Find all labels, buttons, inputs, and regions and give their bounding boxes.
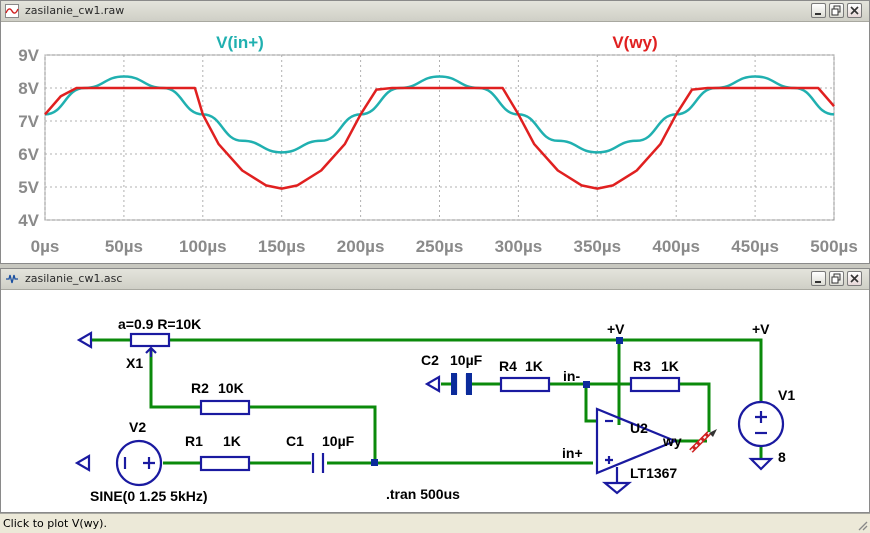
status-text: Click to plot V(wy). <box>3 517 107 530</box>
pot-label[interactable]: a=0.9 R=10K <box>118 316 201 332</box>
restore-icon <box>831 273 841 284</box>
c1-label[interactable]: C1 <box>286 433 304 449</box>
r2-value[interactable]: 10K <box>218 380 244 396</box>
resize-grip-icon[interactable] <box>856 519 868 531</box>
schematic-window-title: zasilanie_cw1.asc <box>25 272 123 285</box>
v1-label[interactable]: V1 <box>778 387 795 403</box>
restore-button[interactable] <box>829 271 844 286</box>
r3-value[interactable]: 1K <box>661 358 679 374</box>
series-line-v-wy- <box>44 86 835 190</box>
restore-icon <box>831 5 841 16</box>
x-tick-label: 200µs <box>337 237 385 256</box>
waveform-window: zasilanie_cw1.raw V(in+) V(wy) 4V 5V 6V 7V 8… <box>0 0 870 264</box>
minimize-button[interactable] <box>811 3 826 18</box>
x-tick-label: 100µs <box>179 237 227 256</box>
x-tick-label: 150µs <box>258 237 306 256</box>
u2-label[interactable]: U2 <box>630 420 648 436</box>
y-tick-label: 4V <box>18 211 39 230</box>
vplus-net-label-1[interactable]: +V <box>607 321 625 337</box>
y-tick-label: 7V <box>18 112 39 131</box>
x1-label[interactable]: X1 <box>126 355 143 371</box>
in-minus-net-label[interactable]: in- <box>563 368 580 384</box>
waveform-plot[interactable]: V(in+) V(wy) 4V 5V 6V 7V 8V 9V 0µs 50µs 100µs 150… <box>1 22 869 264</box>
y-tick-label: 5V <box>18 178 39 197</box>
opamp-model-label[interactable]: LT1367 <box>630 465 677 481</box>
r4-label[interactable]: R4 <box>499 358 517 374</box>
v2-label[interactable]: V2 <box>129 419 146 435</box>
close-button[interactable] <box>847 271 862 286</box>
sine-label[interactable]: SINE(0 1.25 5kHz) <box>90 488 208 504</box>
legend-vwy[interactable]: V(wy) <box>612 33 657 52</box>
x-tick-label: 0µs <box>31 237 60 256</box>
schematic-window: zasilanie_cw1.asc a=0.9 R=10K X1 R2 10K … <box>0 268 870 513</box>
status-bar: Click to plot V(wy). <box>0 513 870 533</box>
waveform-titlebar[interactable]: zasilanie_cw1.raw <box>1 1 869 22</box>
close-button[interactable] <box>847 3 862 18</box>
waveform-icon <box>5 4 19 18</box>
r2-label[interactable]: R2 <box>191 380 209 396</box>
c1-value[interactable]: 10µF <box>322 433 355 449</box>
x-tick-label: 300µs <box>495 237 543 256</box>
x-tick-label: 400µs <box>652 237 700 256</box>
v1-value[interactable]: 8 <box>778 449 786 465</box>
x-tick-label: 350µs <box>573 237 621 256</box>
x-tick-label: 250µs <box>416 237 464 256</box>
restore-button[interactable] <box>829 3 844 18</box>
r1-label[interactable]: R1 <box>185 433 203 449</box>
x-tick-label: 500µs <box>810 237 858 256</box>
schematic-titlebar[interactable]: zasilanie_cw1.asc <box>1 269 869 290</box>
y-tick-label: 9V <box>18 46 39 65</box>
x-tick-label: 450µs <box>731 237 779 256</box>
c2-value[interactable]: 10µF <box>450 352 483 368</box>
r3-label[interactable]: R3 <box>633 358 651 374</box>
schematic-icon <box>6 274 18 284</box>
y-tick-label: 8V <box>18 79 39 98</box>
tran-directive[interactable]: .tran 500us <box>386 486 460 502</box>
schematic-canvas[interactable]: a=0.9 R=10K X1 R2 10K V2 R1 1K C1 10µF S… <box>1 290 869 513</box>
in-plus-net-label[interactable]: in+ <box>562 445 583 461</box>
close-icon <box>850 274 859 283</box>
y-tick-label: 6V <box>18 145 39 164</box>
r4-value[interactable]: 1K <box>525 358 543 374</box>
wy-net-label[interactable]: wy <box>662 433 682 449</box>
minimize-button[interactable] <box>811 271 826 286</box>
minimize-icon <box>815 13 821 15</box>
close-icon <box>850 6 859 15</box>
minimize-icon <box>815 281 821 283</box>
r1-value[interactable]: 1K <box>223 433 241 449</box>
waveform-window-title: zasilanie_cw1.raw <box>25 4 125 17</box>
legend-vin-plus[interactable]: V(in+) <box>216 33 264 52</box>
x-tick-label: 50µs <box>105 237 143 256</box>
c2-label[interactable]: C2 <box>421 352 439 368</box>
vplus-net-label-2[interactable]: +V <box>752 321 770 337</box>
